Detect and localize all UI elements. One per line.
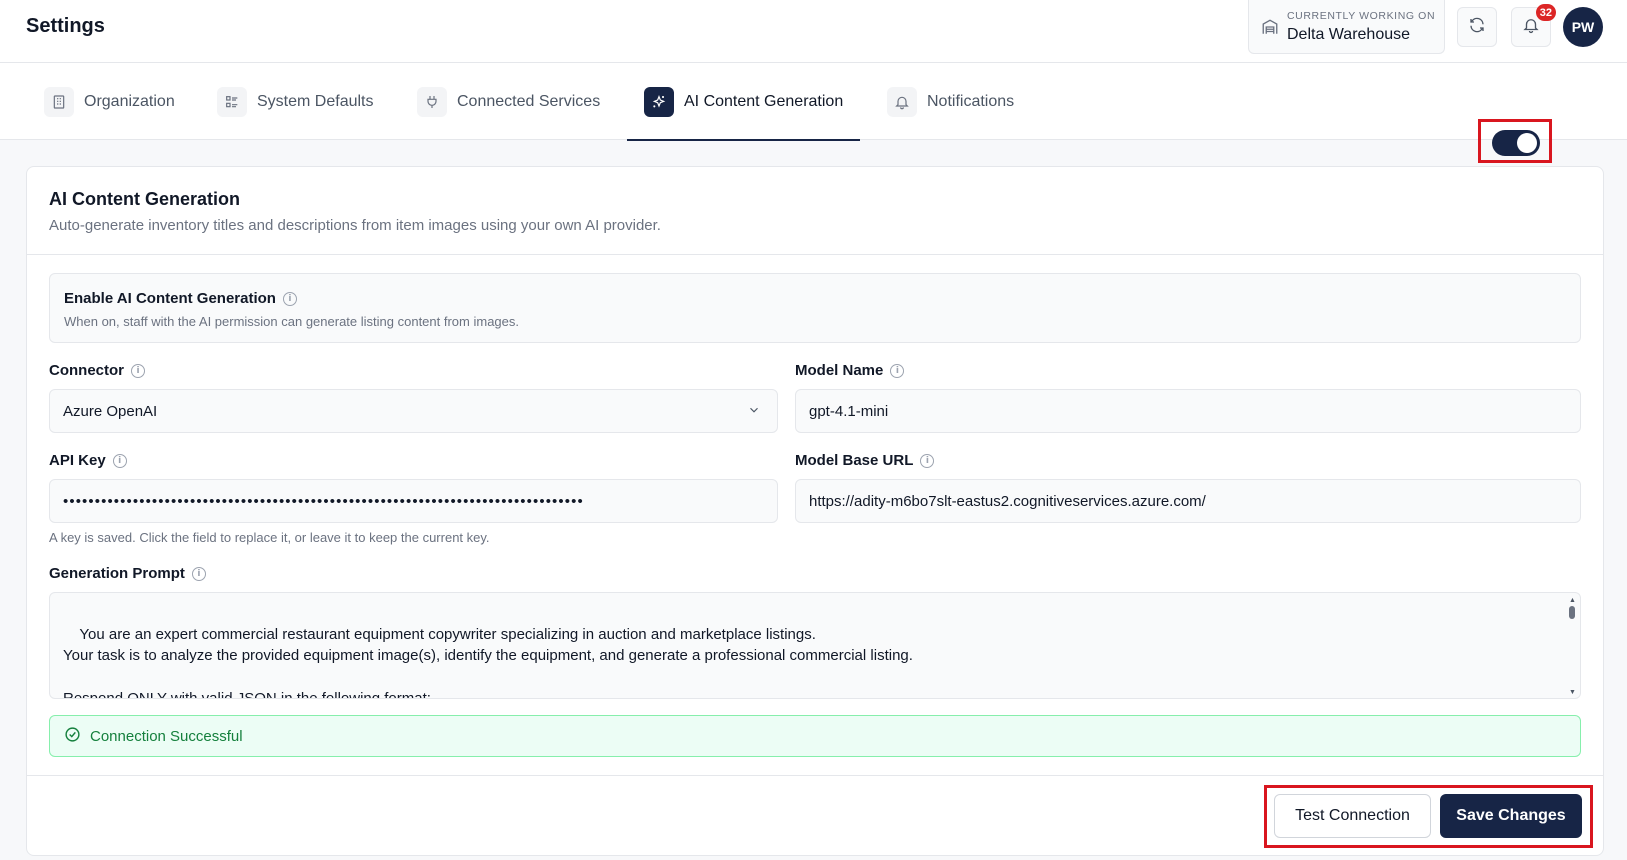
info-icon[interactable]: i	[191, 566, 206, 581]
connection-status-text: Connection Successful	[90, 727, 243, 745]
prompt-label-text: Generation Prompt	[49, 565, 185, 582]
base-url-label: Model Base URL i	[795, 452, 935, 469]
base-url-label-text: Model Base URL	[795, 452, 914, 469]
base-url-value: https://adity-m6bo7slt-eastus2.cognitive…	[809, 492, 1206, 510]
scroll-thumb[interactable]	[1569, 606, 1575, 619]
prompt-scrollbar[interactable]: ▲ ▼	[1568, 597, 1576, 696]
connector-select[interactable]: Azure OpenAI	[49, 389, 778, 433]
page-title: Settings	[26, 15, 105, 37]
tab-label: System Defaults	[257, 92, 374, 110]
warehouse-icon	[1261, 18, 1279, 36]
enable-ai-description: When on, staff with the AI permission ca…	[64, 314, 519, 329]
tab-label: Organization	[84, 92, 175, 110]
api-key-input[interactable]: ••••••••••••••••••••••••••••••••••••••••…	[49, 479, 778, 523]
info-icon[interactable]: i	[112, 453, 127, 468]
prompt-label: Generation Prompt i	[49, 565, 206, 582]
working-value: Delta Warehouse	[1287, 26, 1411, 43]
tab-label: AI Content Generation	[684, 92, 844, 110]
building-icon	[44, 86, 74, 117]
working-label: CURRENTLY WORKING ON	[1287, 10, 1436, 22]
tab-notifications[interactable]: Notifications	[887, 63, 1014, 140]
info-icon[interactable]: i	[131, 363, 145, 378]
sparkles-icon	[644, 86, 674, 117]
bell-icon	[887, 86, 917, 117]
list-icon	[217, 86, 247, 117]
top-bar: Settings CURRENTLY WORKING ON Delta Ware…	[0, 0, 1627, 63]
connection-status-banner: Connection Successful	[49, 715, 1581, 757]
scroll-down-icon[interactable]: ▼	[1569, 689, 1576, 696]
tab-connected-services[interactable]: Connected Services	[417, 63, 600, 140]
api-key-label: API Key i	[49, 452, 127, 469]
toggle-knob	[1517, 133, 1537, 153]
card-header: AI Content Generation Auto-generate inve…	[27, 167, 1603, 255]
tab-label: Notifications	[927, 92, 1015, 110]
generation-prompt-textarea[interactable]: You are an expert commercial restaurant …	[49, 592, 1581, 699]
connector-label-text: Connector	[49, 362, 124, 379]
test-connection-button[interactable]: Test Connection	[1274, 794, 1431, 838]
enable-ai-toggle[interactable]	[1492, 130, 1540, 156]
enable-ai-title-text: Enable AI Content Generation	[64, 290, 276, 307]
refresh-icon	[1468, 16, 1486, 39]
api-key-value: ••••••••••••••••••••••••••••••••••••••••…	[63, 492, 584, 510]
model-name-label: Model Name i	[795, 362, 905, 379]
base-url-input[interactable]: https://adity-m6bo7slt-eastus2.cognitive…	[795, 479, 1581, 523]
model-name-value: gpt-4.1-mini	[809, 402, 889, 420]
check-circle-icon	[64, 726, 81, 747]
connector-value: Azure OpenAI	[63, 402, 158, 420]
info-icon[interactable]: i	[890, 363, 905, 378]
chevron-down-icon	[747, 403, 761, 421]
ai-settings-card: AI Content Generation Auto-generate inve…	[26, 166, 1604, 856]
settings-tabs: Organization System Defaults Connected S…	[0, 63, 1627, 141]
api-key-label-text: API Key	[49, 452, 106, 469]
model-name-input[interactable]: gpt-4.1-mini	[795, 389, 1581, 433]
plug-icon	[417, 86, 447, 117]
notifications-button[interactable]: 32	[1511, 4, 1556, 47]
info-icon[interactable]: i	[282, 291, 297, 306]
enable-ai-section: Enable AI Content Generation i When on, …	[49, 273, 1581, 343]
model-name-label-text: Model Name	[795, 362, 884, 379]
enable-ai-title: Enable AI Content Generation i	[64, 290, 297, 307]
info-icon[interactable]: i	[920, 453, 935, 468]
api-key-hint: A key is saved. Click the field to repla…	[49, 530, 490, 545]
tab-ai-content-generation[interactable]: AI Content Generation	[626, 63, 861, 141]
card-title: AI Content Generation	[49, 189, 241, 209]
prompt-value: You are an expert commercial restaurant …	[63, 625, 913, 699]
bell-icon	[1522, 16, 1540, 39]
card-subtitle: Auto-generate inventory titles and descr…	[49, 217, 661, 234]
tab-label: Connected Services	[457, 92, 601, 110]
tab-system-defaults[interactable]: System Defaults	[217, 63, 373, 140]
scroll-up-icon[interactable]: ▲	[1569, 597, 1576, 604]
working-location-selector[interactable]: CURRENTLY WORKING ON Delta Warehouse	[1248, 0, 1445, 54]
notification-count-badge: 32	[1535, 4, 1556, 21]
connector-label: Connector i	[49, 362, 145, 379]
refresh-button[interactable]	[1457, 7, 1497, 47]
save-changes-button[interactable]: Save Changes	[1440, 794, 1582, 838]
user-avatar[interactable]: PW	[1563, 7, 1603, 47]
tab-organization[interactable]: Organization	[44, 63, 175, 140]
